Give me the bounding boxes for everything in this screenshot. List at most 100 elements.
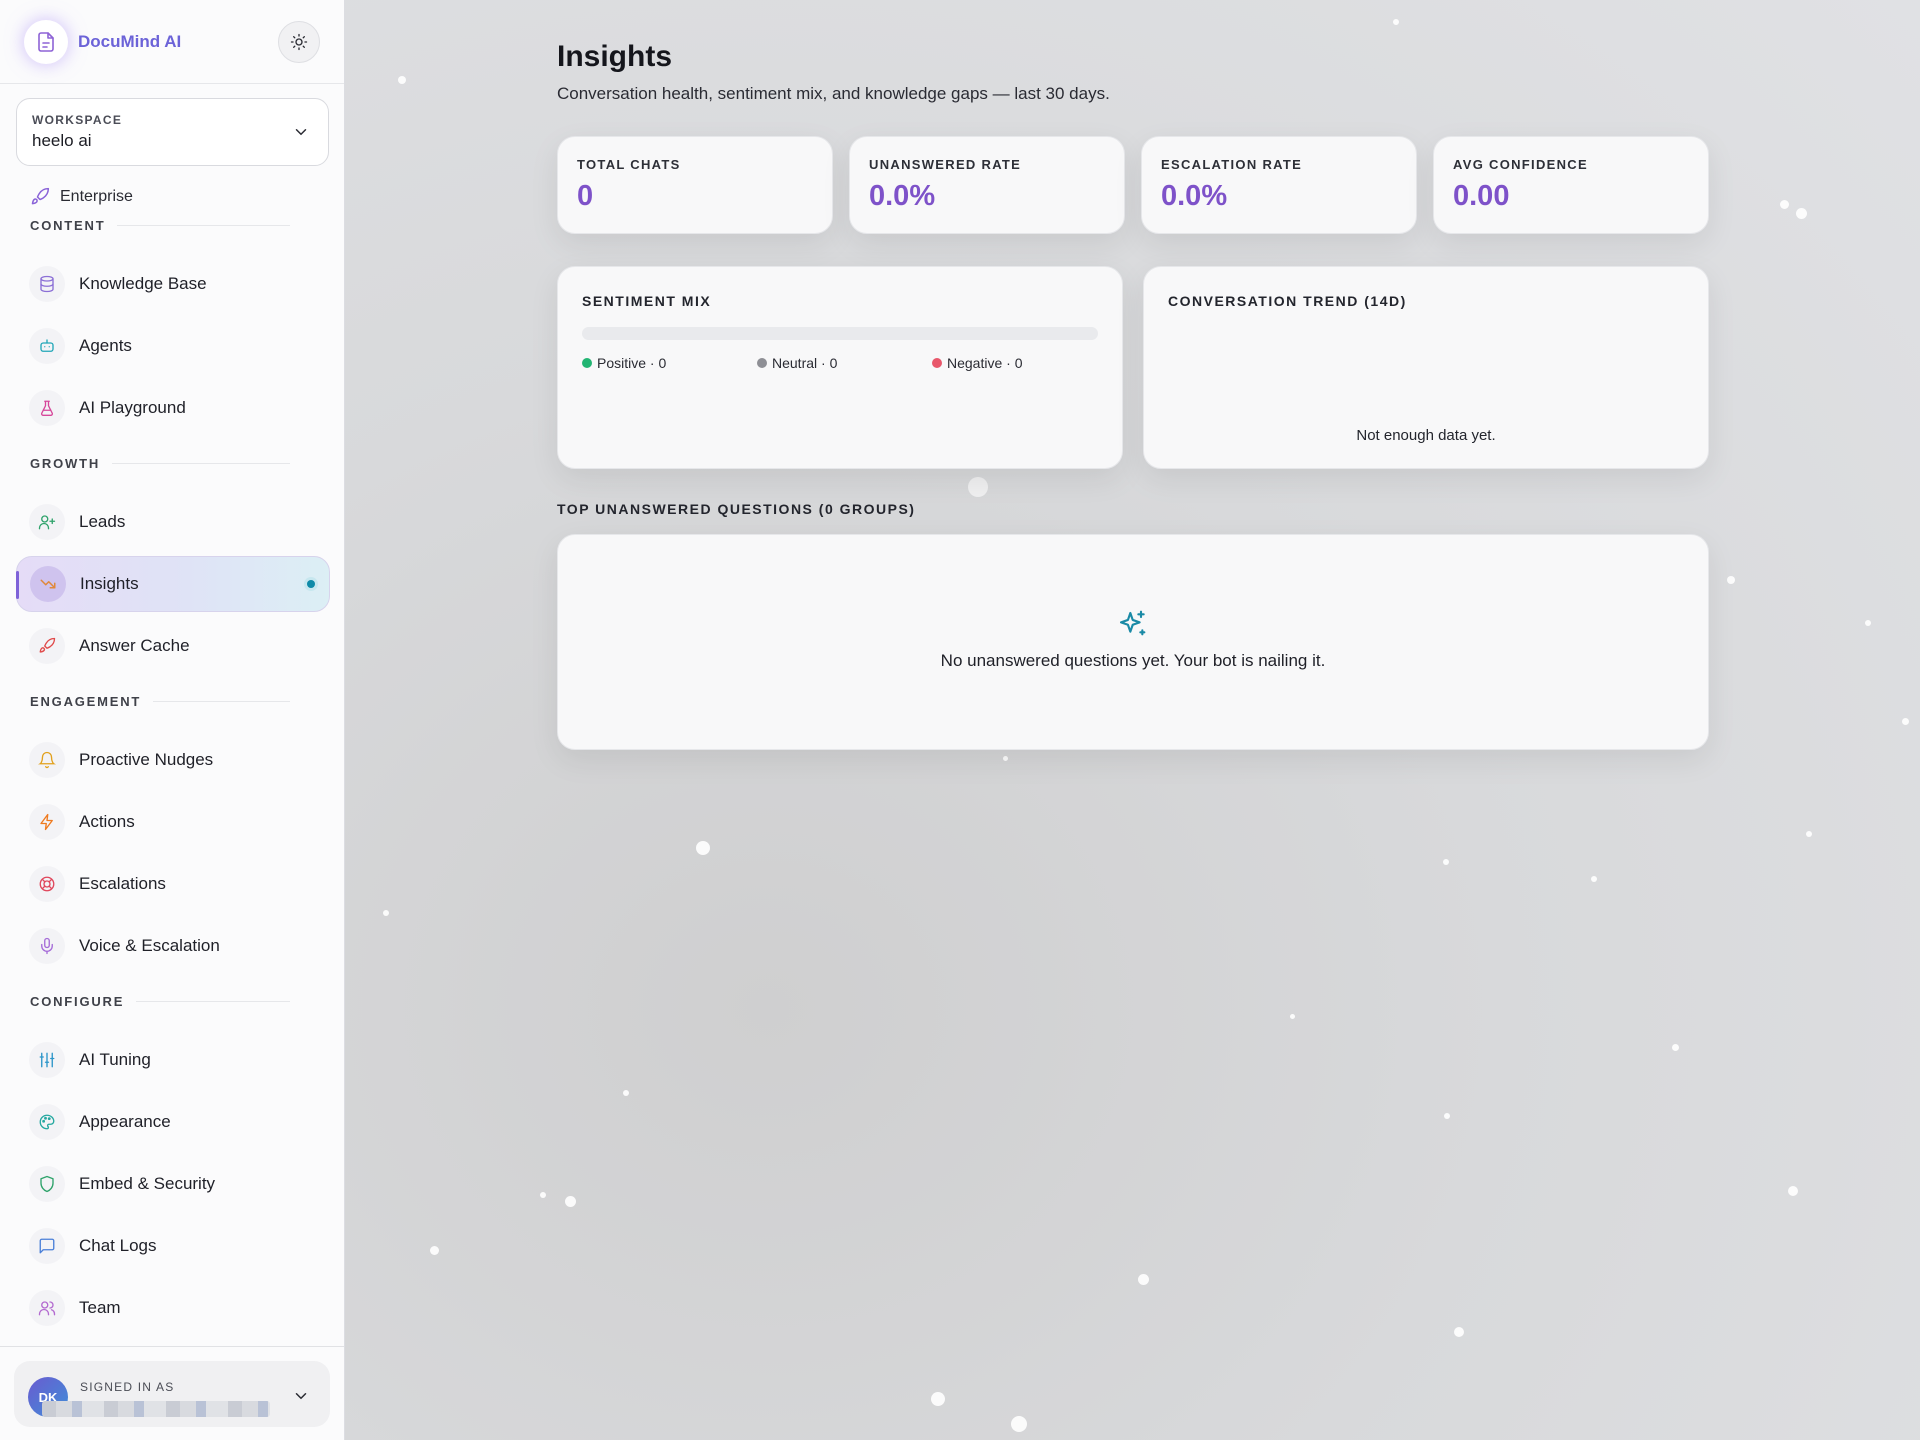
section-title-content: CONTENT bbox=[30, 218, 290, 233]
plan-label: Enterprise bbox=[60, 188, 133, 205]
sidebar: DocuMind AI WORKSPACE heelo ai Enterpris… bbox=[0, 0, 345, 1440]
theme-toggle-button[interactable] bbox=[278, 21, 320, 63]
sidebar-item-label: Answer Cache bbox=[79, 636, 190, 655]
sidebar-item-label: Insights bbox=[80, 574, 139, 593]
sidebar-item-proactive-nudges[interactable]: Proactive Nudges bbox=[16, 732, 330, 788]
sentiment-mix-panel: SENTIMENT MIX Positive · 0 Neutral · 0 N… bbox=[557, 266, 1123, 469]
main-content: Insights Conversation health, sentiment … bbox=[345, 0, 1920, 1440]
sun-icon bbox=[290, 33, 308, 51]
brand-bar: DocuMind AI bbox=[0, 0, 344, 84]
chevron-down-icon bbox=[295, 129, 307, 136]
sidebar-item-escalations[interactable]: Escalations bbox=[16, 856, 330, 912]
flask-icon bbox=[29, 390, 65, 426]
workspace-selector[interactable]: WORKSPACE heelo ai bbox=[16, 98, 329, 166]
stat-card-total-chats: TOTAL CHATS 0 bbox=[557, 136, 833, 234]
stat-label: AVG CONFIDENCE bbox=[1453, 157, 1588, 172]
sidebar-item-knowledge-base[interactable]: Knowledge Base bbox=[16, 256, 330, 312]
sidebar-item-appearance[interactable]: Appearance bbox=[16, 1094, 330, 1150]
shield-icon bbox=[29, 1166, 65, 1202]
lifebuoy-icon bbox=[29, 866, 65, 902]
workspace-label: WORKSPACE bbox=[32, 113, 123, 127]
positive-dot bbox=[582, 358, 592, 368]
sidebar-item-chat-logs[interactable]: Chat Logs bbox=[16, 1218, 330, 1274]
stat-card-unanswered-rate: UNANSWERED RATE 0.0% bbox=[849, 136, 1125, 234]
sidebar-item-team[interactable]: Team bbox=[16, 1280, 330, 1336]
stat-value: 0.00 bbox=[1453, 180, 1510, 212]
sidebar-item-label: AI Tuning bbox=[79, 1050, 151, 1069]
user-plus-icon bbox=[29, 504, 65, 540]
sidebar-item-ai-playground[interactable]: AI Playground bbox=[16, 380, 330, 436]
stat-value: 0 bbox=[577, 180, 594, 212]
neutral-dot bbox=[757, 358, 767, 368]
sidebar-item-label: Agents bbox=[79, 336, 132, 355]
legend-positive: Positive · 0 bbox=[582, 355, 666, 371]
sidebar-item-label: Voice & Escalation bbox=[79, 936, 220, 955]
bell-icon bbox=[29, 742, 65, 778]
active-indicator-dot bbox=[307, 580, 315, 588]
panel-title: CONVERSATION TREND (14D) bbox=[1168, 293, 1407, 309]
stat-label: TOTAL CHATS bbox=[577, 157, 681, 172]
lightning-icon bbox=[29, 804, 65, 840]
unanswered-section-title: TOP UNANSWERED QUESTIONS (0 GROUPS) bbox=[557, 501, 916, 517]
legend-negative: Negative · 0 bbox=[932, 355, 1022, 371]
sidebar-item-label: Appearance bbox=[79, 1112, 171, 1131]
stat-card-avg-confidence: AVG CONFIDENCE 0.00 bbox=[1433, 136, 1709, 234]
section-title-engagement: ENGAGEMENT bbox=[30, 694, 290, 709]
rocket-icon bbox=[31, 187, 50, 205]
trending-icon bbox=[30, 566, 66, 602]
conversation-trend-panel: CONVERSATION TREND (14D) Not enough data… bbox=[1143, 266, 1709, 469]
sidebar-item-label: AI Playground bbox=[79, 398, 186, 417]
stat-card-escalation-rate: ESCALATION RATE 0.0% bbox=[1141, 136, 1417, 234]
document-sparkle-icon bbox=[24, 19, 68, 64]
trend-empty-state: Not enough data yet. bbox=[1356, 427, 1496, 444]
plan-badge: Enterprise bbox=[30, 182, 344, 212]
sidebar-item-label: Embed & Security bbox=[79, 1174, 216, 1193]
users-icon bbox=[29, 1290, 65, 1326]
sidebar-item-label: Actions bbox=[79, 812, 135, 831]
unanswered-questions-panel: No unanswered questions yet. Your bot is… bbox=[557, 534, 1709, 750]
section-title-configure: CONFIGURE bbox=[30, 994, 290, 1009]
legend-neutral: Neutral · 0 bbox=[757, 355, 837, 371]
sparkles-icon bbox=[1119, 610, 1146, 636]
brand-name: DocuMind AI bbox=[78, 31, 182, 51]
sidebar-item-voice-escalation[interactable]: Voice & Escalation bbox=[16, 918, 330, 974]
signed-in-label: SIGNED IN AS bbox=[80, 1380, 175, 1394]
sidebar-item-insights[interactable]: Insights bbox=[16, 556, 330, 612]
sidebar-nav: CONTENT Knowledge Base Agents AI Playgro… bbox=[0, 212, 344, 1440]
page-subtitle: Conversation health, sentiment mix, and … bbox=[557, 84, 1110, 103]
robot-icon bbox=[29, 328, 65, 364]
sliders-icon bbox=[29, 1042, 65, 1078]
sidebar-item-label: Knowledge Base bbox=[79, 274, 207, 293]
panel-title: SENTIMENT MIX bbox=[582, 293, 712, 309]
database-icon bbox=[29, 266, 65, 302]
workspace-value: heelo ai bbox=[32, 131, 92, 150]
stat-value: 0.0% bbox=[1161, 180, 1228, 212]
chevron-down-icon bbox=[295, 1393, 307, 1400]
section-title-growth: GROWTH bbox=[30, 456, 290, 471]
sidebar-item-actions[interactable]: Actions bbox=[16, 794, 330, 850]
stat-label: UNANSWERED RATE bbox=[869, 157, 1022, 172]
palette-icon bbox=[29, 1104, 65, 1140]
microphone-icon bbox=[29, 928, 65, 964]
negative-dot bbox=[932, 358, 942, 368]
redacted-user-name bbox=[42, 1401, 270, 1417]
empty-state-message: No unanswered questions yet. Your bot is… bbox=[940, 651, 1326, 670]
user-menu-button[interactable]: DK SIGNED IN AS bbox=[14, 1361, 330, 1427]
stat-value: 0.0% bbox=[869, 180, 936, 212]
sidebar-item-label: Leads bbox=[79, 512, 126, 531]
sidebar-item-ai-tuning[interactable]: AI Tuning bbox=[16, 1032, 330, 1088]
sidebar-item-answer-cache[interactable]: Answer Cache bbox=[16, 618, 330, 674]
sidebar-item-label: Escalations bbox=[79, 874, 166, 893]
sidebar-item-label: Team bbox=[79, 1298, 121, 1317]
rocket-icon bbox=[29, 628, 65, 664]
chat-icon bbox=[29, 1228, 65, 1264]
user-bar: DK SIGNED IN AS bbox=[0, 1346, 344, 1440]
sidebar-item-leads[interactable]: Leads bbox=[16, 494, 330, 550]
sentiment-bar bbox=[582, 327, 1098, 340]
sidebar-item-label: Proactive Nudges bbox=[79, 750, 214, 769]
page-title: Insights bbox=[557, 40, 673, 73]
sidebar-item-embed-security[interactable]: Embed & Security bbox=[16, 1156, 330, 1212]
sidebar-item-label: Chat Logs bbox=[79, 1236, 157, 1255]
stat-label: ESCALATION RATE bbox=[1161, 157, 1303, 172]
sidebar-item-agents[interactable]: Agents bbox=[16, 318, 330, 374]
